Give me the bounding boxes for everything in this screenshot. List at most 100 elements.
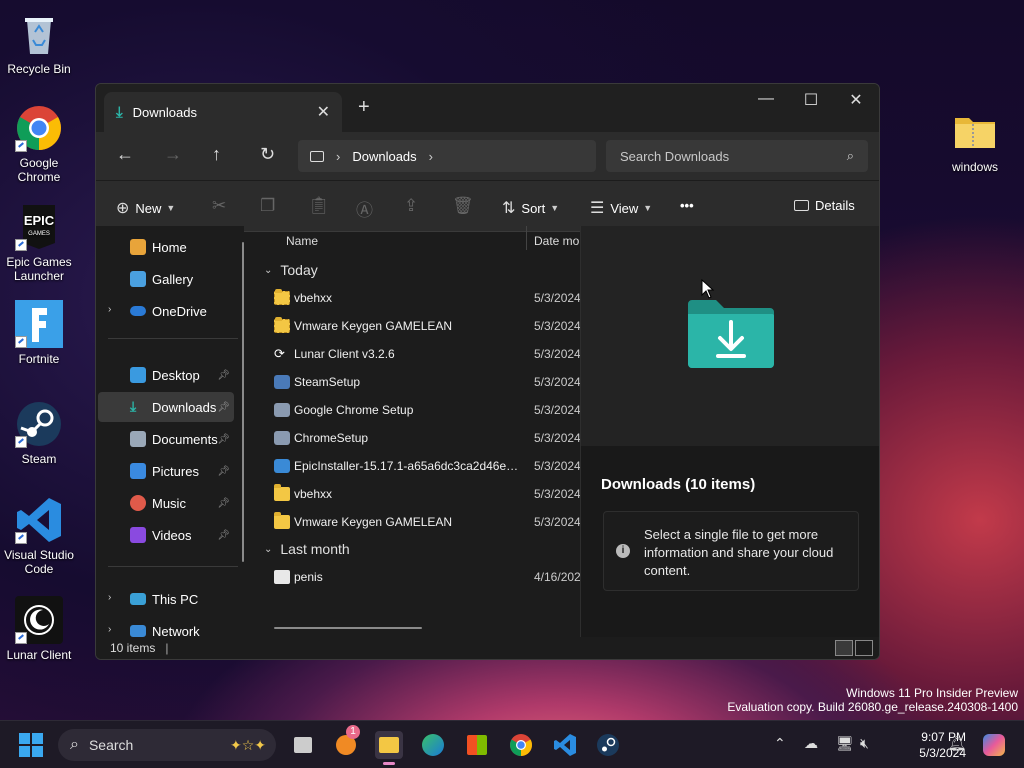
new-button[interactable]: ⊕ New ▼ [116,198,175,218]
pin-icon[interactable]: 📌︎ [217,402,230,413]
file-list[interactable]: Name Date mo ⌄ Today vbehxx 5/3/2024 Vmw… [256,226,580,637]
search-input[interactable]: Search Downloads ⌕ [606,140,868,172]
navigation-pane[interactable]: Home Gallery › OneDrive Desktop 📌︎ ⤓ Dow… [96,226,244,639]
pin-icon[interactable]: 📌︎ [217,498,230,509]
file-explorer-taskbar-button[interactable] [375,731,403,765]
file-row[interactable]: Vmware Keygen GAMELEAN 5/3/2024 [256,312,580,340]
view-button[interactable]: ☰ View ▼ [590,198,652,218]
pin-icon[interactable]: 📌︎ [217,530,230,541]
column-date-header[interactable]: Date mo [534,234,579,248]
edge-taskbar-button[interactable] [419,731,447,759]
breadcrumb-downloads[interactable]: Downloads [352,149,416,164]
file-row[interactable]: EpicInstaller-15.17.1-a65a6dc3ca2d46e3b.… [256,452,580,480]
file-explorer-window[interactable]: ⤓ Downloads ✕ + — ☐ ✕ ← → ↑ ↻ › Download… [95,83,880,660]
minimize-button[interactable]: — [743,90,789,108]
file-row[interactable]: SteamSetup 5/3/2024 [256,368,580,396]
desktop-icon-steam[interactable]: Steam [0,400,78,466]
sidebar-item-desktop[interactable]: Desktop 📌︎ [98,360,234,390]
desktop-icon-label: Google Chrome [17,156,61,184]
tab-downloads[interactable]: ⤓ Downloads ✕ [104,92,342,132]
pin-icon[interactable]: 📌︎ [217,434,230,445]
copilot-button[interactable] [980,731,1008,759]
sidebar-item-documents[interactable]: Documents 📌︎ [98,424,234,454]
network-tray-icon[interactable]: 🖥︎ [836,735,854,752]
details-pane: Downloads (10 items) i Select a single f… [580,226,879,637]
maximize-button[interactable]: ☐ [788,90,834,110]
close-window-button[interactable]: ✕ [833,90,879,110]
file-row[interactable]: Google Chrome Setup 5/3/2024 [256,396,580,424]
forward-button[interactable]: → [164,144,182,165]
tiles-view-button[interactable] [855,640,873,656]
file-explorer-icon [379,737,399,753]
command-bar: ⊕ New ▼ ✂ ❐ 📋︎ Ⓐ ⇪ 🗑︎ ⇅ Sort ▼ ☰ View ▼ … [96,180,879,232]
desktop-icon-label: Lunar Client [6,648,72,662]
up-button[interactable]: ↑ [212,144,221,165]
taskbar-search[interactable]: ⌕ Search ✦☆✦ [58,729,276,761]
file-row[interactable]: vbehxx 5/3/2024 [256,284,580,312]
shortcut-arrow-icon [15,436,27,448]
rename-icon[interactable]: Ⓐ [356,196,373,221]
desktop-icon-chrome[interactable]: Google Chrome [0,104,78,184]
copy-icon[interactable]: ❐ [260,196,275,216]
group-header-last-month[interactable]: ⌄ Last month [264,541,350,557]
refresh-button[interactable]: ↻ [260,144,275,165]
sidebar-scrollbar[interactable] [242,242,244,562]
store-taskbar-button[interactable] [463,731,491,759]
group-header-today[interactable]: ⌄ Today [264,262,318,278]
sidebar-item-home[interactable]: Home [98,232,234,262]
new-tab-button[interactable]: + [358,96,370,119]
network-icon [130,625,146,637]
file-row[interactable]: Vmware Keygen GAMELEAN 5/3/2024 [256,508,580,536]
steam-taskbar-button[interactable] [594,731,622,759]
volume-muted-icon[interactable]: 🔇︎ [860,735,869,752]
desktop-icon-recycle-bin[interactable]: Recycle Bin [0,10,78,76]
onedrive-tray-icon[interactable]: ☁︎ [804,735,818,752]
sidebar-item-downloads[interactable]: ⤓ Downloads 📌︎ [98,392,234,422]
sidebar-item-pictures[interactable]: Pictures 📌︎ [98,456,234,486]
close-tab-icon[interactable]: ✕ [317,102,330,122]
address-bar[interactable]: › Downloads › [298,140,596,172]
title-bar[interactable]: ⤓ Downloads ✕ + — ☐ ✕ [96,84,879,132]
more-options-button[interactable]: ••• [680,198,694,213]
start-button[interactable] [19,733,43,757]
sort-button[interactable]: ⇅ Sort ▼ [502,198,559,218]
desktop-icon-fortnite[interactable]: Fortnite [0,300,78,366]
sidebar-item-music[interactable]: Music 📌︎ [98,488,234,518]
cut-icon[interactable]: ✂ [212,196,226,216]
paste-icon[interactable]: 📋︎ [308,196,330,216]
file-row[interactable]: penis 4/16/202 [256,563,580,591]
file-row[interactable]: ChromeSetup 5/3/2024 [256,424,580,452]
notification-bell-icon[interactable]: 🔔︎ [948,735,966,752]
sidebar-item-this-pc[interactable]: This PC [98,584,234,614]
pin-icon[interactable]: 📌︎ [217,466,230,477]
plus-circle-icon: ⊕ [116,200,130,217]
horizontal-scrollbar[interactable] [274,627,422,629]
desktop-icon-lunar-client[interactable]: Lunar Client [0,596,78,662]
sidebar-item-onedrive[interactable]: OneDrive [98,296,234,326]
pin-icon[interactable]: 📌︎ [217,370,230,381]
details-button[interactable]: Details [794,198,855,213]
share-icon[interactable]: ⇪ [404,196,418,216]
desktop-icon-vscode[interactable]: Visual Studio Code [0,496,78,576]
documents-icon [130,431,146,447]
steam-setup-icon [274,375,290,389]
sidebar-item-label: Music [152,495,186,511]
chevron-right-icon[interactable]: › [336,149,340,164]
copilot-app-button[interactable]: 1 [332,725,360,759]
desktop-icon-windows-zip[interactable]: windows [936,108,1014,174]
column-name-header[interactable]: Name [286,234,318,248]
file-row[interactable]: ⟳ Lunar Client v3.2.6 5/3/2024 [256,340,580,368]
show-hidden-icons-button[interactable]: ⌃ [774,735,786,752]
details-view-button[interactable] [835,640,853,656]
vscode-taskbar-button[interactable] [551,731,579,759]
chevron-right-icon[interactable]: › [429,149,433,164]
back-button[interactable]: ← [116,144,134,165]
task-view-button[interactable] [288,731,316,759]
sidebar-item-gallery[interactable]: Gallery [98,264,234,294]
column-divider[interactable] [526,226,527,250]
chrome-taskbar-button[interactable] [507,731,535,759]
desktop-icon-epic-games[interactable]: EPIC GAMES Epic Games Launcher [0,203,78,283]
delete-icon[interactable]: 🗑︎ [452,196,474,216]
file-row[interactable]: vbehxx 5/3/2024 [256,480,580,508]
sidebar-item-videos[interactable]: Videos 📌︎ [98,520,234,550]
